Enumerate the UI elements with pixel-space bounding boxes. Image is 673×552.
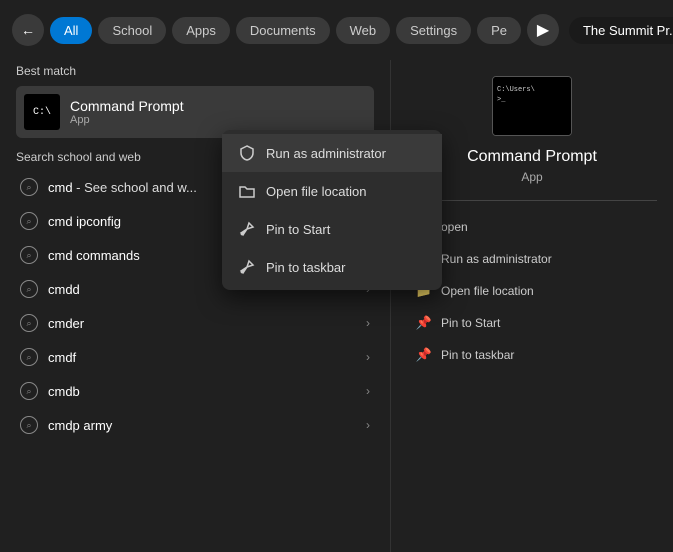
tab-school[interactable]: School (98, 17, 166, 44)
right-action-pin-taskbar-label: Pin to taskbar (441, 348, 514, 362)
tab-more-button[interactable]: ▶ (527, 14, 559, 46)
back-button[interactable]: ← (12, 14, 44, 46)
search-icon-1: ⌕ (20, 212, 38, 230)
search-icon-3: ⌕ (20, 280, 38, 298)
ctx-item-pin-taskbar[interactable]: Pin to taskbar (222, 248, 442, 286)
ctx-item-run-as-admin[interactable]: Run as administrator (222, 134, 442, 172)
context-menu: Run as administrator Open file location … (222, 130, 442, 290)
search-item-text-6: cmdb (48, 384, 356, 399)
search-item-7[interactable]: ⌕ cmdp army › (16, 408, 374, 442)
chevron-right-7: › (366, 418, 370, 432)
right-divider (407, 200, 657, 201)
ctx-open-file-label: Open file location (266, 184, 366, 199)
top-nav: ← All School Apps Documents Web Settings… (0, 0, 673, 60)
command-prompt-icon: C:\ (24, 94, 60, 130)
search-item-text-4: cmder (48, 316, 356, 331)
tab-settings[interactable]: Settings (396, 17, 471, 44)
tab-documents[interactable]: Documents (236, 17, 330, 44)
ctx-item-open-file[interactable]: Open file location (222, 172, 442, 210)
right-action-pin-taskbar[interactable]: 📌 Pin to taskbar (407, 339, 657, 371)
search-icon-6: ⌕ (20, 382, 38, 400)
right-action-pin-start[interactable]: 📌 Pin to Start (407, 307, 657, 339)
search-icon-0: ⌕ (20, 178, 38, 196)
svg-text:>_: >_ (497, 96, 506, 104)
search-icon-2: ⌕ (20, 246, 38, 264)
tab-pe[interactable]: Pe (477, 17, 521, 44)
tab-all[interactable]: All (50, 17, 92, 44)
right-actions: ↗ open 🛡 Run as administrator 📁 Open fil… (407, 211, 657, 371)
right-action-open[interactable]: ↗ open (407, 211, 657, 243)
ctx-shield-icon (238, 144, 256, 162)
search-item-4[interactable]: ⌕ cmder › (16, 306, 374, 340)
ctx-pin-taskbar-label: Pin to taskbar (266, 260, 346, 275)
best-match-type: App (70, 114, 184, 126)
chevron-right-4: › (366, 316, 370, 330)
right-action-open-label: open (441, 220, 468, 234)
best-match-section-title: Best match (16, 64, 374, 78)
ctx-item-pin-start[interactable]: Pin to Start (222, 210, 442, 248)
right-action-file-label: Open file location (441, 284, 534, 298)
search-item-text-7: cmdp army (48, 418, 356, 433)
ctx-run-as-admin-label: Run as administrator (266, 146, 386, 161)
tab-summit[interactable]: The Summit Pr... (569, 17, 673, 44)
search-icon-5: ⌕ (20, 348, 38, 366)
search-item-6[interactable]: ⌕ cmdb › (16, 374, 374, 408)
right-action-open-file[interactable]: 📁 Open file location (407, 275, 657, 307)
chevron-right-5: › (366, 350, 370, 364)
search-item-text-5: cmdf (48, 350, 356, 365)
ctx-pin-start-label: Pin to Start (266, 222, 330, 237)
command-prompt-preview: C:\Users\ >_ (492, 76, 572, 136)
right-action-pin-start-label: Pin to Start (441, 316, 500, 330)
right-action-run-as-admin[interactable]: 🛡 Run as administrator (407, 243, 657, 275)
tab-web[interactable]: Web (336, 17, 391, 44)
right-panel-type: App (521, 170, 542, 184)
best-match-name: Command Prompt (70, 98, 184, 114)
tab-apps[interactable]: Apps (172, 17, 230, 44)
ctx-pin-taskbar-icon (238, 258, 256, 276)
pin-taskbar-icon-right: 📌 (415, 346, 433, 364)
best-match-text: Command Prompt App (70, 98, 184, 126)
search-icon-7: ⌕ (20, 416, 38, 434)
right-panel-title: Command Prompt (467, 148, 597, 166)
ctx-folder-icon (238, 182, 256, 200)
pin-start-icon-right: 📌 (415, 314, 433, 332)
right-action-admin-label: Run as administrator (441, 252, 552, 266)
svg-text:C:\Users\: C:\Users\ (497, 86, 535, 94)
chevron-right-6: › (366, 384, 370, 398)
search-item-5[interactable]: ⌕ cmdf › (16, 340, 374, 374)
ctx-pin-start-icon (238, 220, 256, 238)
search-icon-4: ⌕ (20, 314, 38, 332)
